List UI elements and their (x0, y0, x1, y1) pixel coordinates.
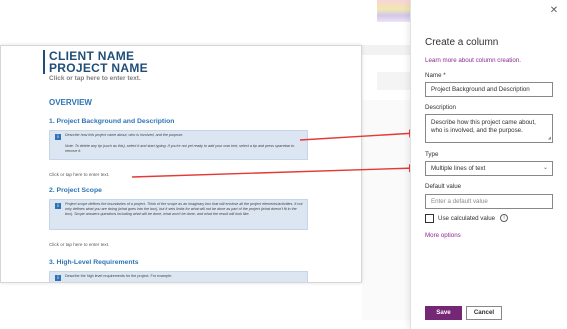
calculated-value-label: Use calculated value (438, 215, 496, 222)
name-label: Name * (425, 72, 446, 79)
description-label: Description (425, 104, 456, 111)
header-banner-image (377, 0, 410, 22)
section-heading-requirements: 3. High-Level Requirements (49, 259, 139, 266)
document-title-block: CLIENT NAME PROJECT NAME (43, 50, 148, 74)
placeholder-text[interactable]: Click or tap here to enter text. (49, 242, 109, 247)
name-field[interactable]: Project Background and Description (425, 82, 553, 97)
section-heading-scope: 2. Project Scope (49, 187, 102, 194)
section-heading-background: 1. Project Background and Description (49, 118, 175, 125)
type-dropdown[interactable]: Multiple lines of text ⌄ (425, 161, 553, 176)
create-column-panel: ✕ Create a column Learn more about colum… (410, 0, 567, 329)
placeholder-text[interactable]: Click or tap here to enter text. (49, 172, 109, 177)
info-note-icon: i (55, 275, 61, 281)
tip-box-requirements: i Describe the high level requirements f… (49, 271, 308, 282)
tip-box-scope: i Project scope defines the boundaries o… (49, 199, 308, 230)
resize-grip-icon[interactable]: ◢ (548, 134, 551, 142)
info-note-icon: i (55, 134, 61, 140)
tip-text: Project scope defines the boundaries of … (65, 202, 303, 216)
overview-heading: OVERVIEW (49, 98, 92, 107)
type-selected-value: Multiple lines of text (431, 165, 486, 172)
type-label: Type (425, 151, 439, 158)
learn-more-link[interactable]: Learn more about column creation. (425, 57, 521, 64)
document-preview: CLIENT NAME PROJECT NAME Click or tap he… (0, 45, 362, 283)
info-icon[interactable]: i (500, 214, 508, 222)
info-note-icon: i (55, 203, 61, 209)
background-page: CLIENT NAME PROJECT NAME Click or tap he… (0, 0, 410, 329)
calculated-value-checkbox[interactable] (425, 214, 434, 223)
background-bar (362, 45, 410, 55)
tip-text: Describe how this project came about, wh… (65, 133, 184, 137)
document-subtitle[interactable]: Click or tap here to enter text. (49, 75, 141, 82)
tip-text: Describe the high level requirements for… (65, 274, 172, 278)
default-value-label: Default value (425, 183, 462, 190)
project-name-title: PROJECT NAME (49, 61, 148, 75)
description-text: Describe how this project came about, wh… (431, 119, 536, 134)
chevron-down-icon: ⌄ (542, 165, 548, 171)
tip-note-text: Note: To delete any tip (such as this), … (65, 144, 295, 153)
more-options-link[interactable]: More options (425, 232, 461, 239)
description-field[interactable]: Describe how this project came about, wh… (425, 114, 553, 143)
background-bar (377, 72, 410, 90)
tip-box-background: i Describe how this project came about, … (49, 130, 308, 160)
close-icon[interactable]: ✕ (549, 6, 559, 16)
default-value-field[interactable]: Enter a default value (425, 194, 553, 209)
background-list-area (362, 100, 410, 320)
cancel-button[interactable]: Cancel (466, 306, 502, 320)
panel-title: Create a column (425, 37, 499, 48)
save-button[interactable]: Save (425, 306, 462, 320)
